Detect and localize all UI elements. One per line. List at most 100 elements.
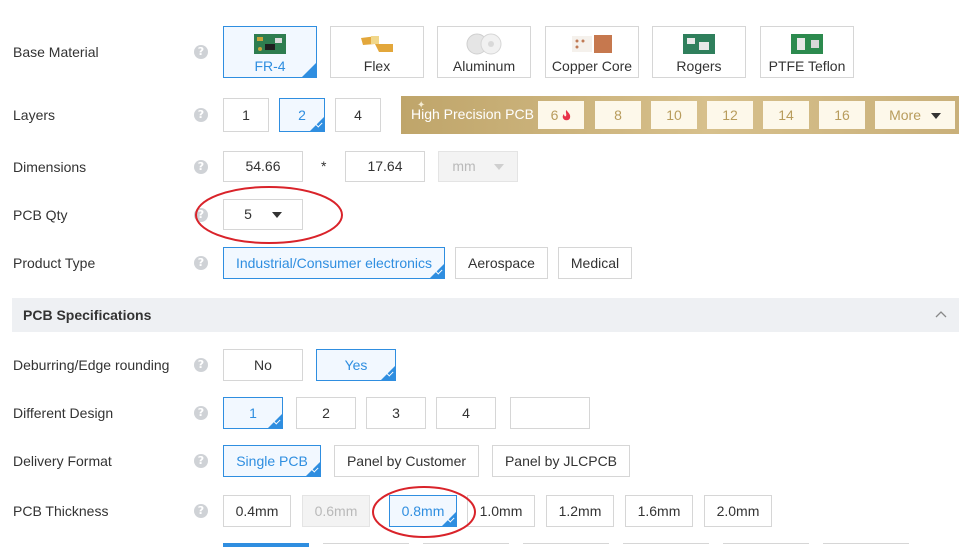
rogers-board-icon (683, 34, 715, 54)
high-precision-pcb-bar: ✦ High Precision PCB 6 8 10 12 14 16 Mor… (401, 96, 959, 134)
material-option-label: PTFE Teflon (768, 58, 846, 74)
product-type-option-label: Industrial/Consumer electronics (235, 255, 433, 271)
delivery-option-label: Panel by Customer (346, 453, 467, 469)
flame-icon (563, 110, 571, 121)
design-option-2[interactable]: 2 (296, 397, 356, 429)
pcb-qty-label: PCB Qty (13, 207, 68, 223)
high-precision-title: High Precision PCB (411, 106, 534, 122)
selected-check-icon (268, 414, 282, 428)
chevron-up-icon[interactable] (935, 310, 947, 318)
design-option-3[interactable]: 3 (366, 397, 426, 429)
layer-option-16[interactable]: 16 (819, 101, 865, 129)
thickness-option-label: 1.2mm (558, 503, 602, 519)
material-option-flex[interactable]: Flex (330, 26, 424, 78)
layer-option-1[interactable]: 1 (223, 98, 269, 132)
material-option-aluminum[interactable]: Aluminum (437, 26, 531, 78)
deburring-option-no[interactable]: No (223, 349, 303, 381)
layer-option-2[interactable]: 2 (279, 98, 325, 132)
material-option-ptfe-teflon[interactable]: PTFE Teflon (760, 26, 854, 78)
layer-option-label: 16 (834, 107, 850, 123)
flex-board-icon (361, 36, 393, 52)
thickness-option-2-0mm[interactable]: 2.0mm (704, 495, 772, 527)
layer-option-label: 4 (354, 107, 362, 123)
deburring-label: Deburring/Edge rounding (13, 357, 170, 373)
delivery-option-label: Panel by JLCPCB (504, 453, 618, 469)
delivery-option-panel-by-jlcpcb[interactable]: Panel by JLCPCB (492, 445, 630, 477)
product-type-option-label: Aerospace (468, 255, 535, 271)
thickness-option-label: 0.4mm (235, 503, 279, 519)
copper-core-board-icon (572, 35, 612, 53)
selected-check-icon (430, 264, 444, 278)
layer-option-14[interactable]: 14 (763, 101, 809, 129)
product-type-medical[interactable]: Medical (558, 247, 632, 279)
fr4-board-icon (254, 34, 286, 54)
thickness-option-label: 1.0mm (479, 503, 523, 519)
layer-option-label: 1 (242, 107, 250, 123)
pcb-thickness-help-icon[interactable]: ? (194, 504, 208, 518)
chevron-down-icon (493, 164, 504, 171)
layer-option-label: 8 (614, 107, 622, 123)
thickness-highlight-circle (372, 486, 476, 538)
layer-option-label: 2 (298, 107, 306, 123)
dimension-width-input[interactable]: 54.66 (223, 151, 303, 182)
deburring-option-label: Yes (344, 357, 368, 373)
material-option-label: Rogers (676, 58, 722, 74)
section-title: PCB Specifications (23, 307, 152, 323)
unit-value: mm (452, 158, 476, 174)
layers-label: Layers (13, 107, 56, 123)
more-layers-dropdown[interactable]: More (875, 101, 955, 129)
base-material-help-icon[interactable]: ? (194, 45, 208, 59)
layers-help-icon[interactable]: ? (194, 108, 208, 122)
material-option-rogers[interactable]: Rogers (652, 26, 746, 78)
selected-check-icon (381, 366, 395, 380)
thickness-option-0-4mm[interactable]: 0.4mm (223, 495, 291, 527)
product-type-help-icon[interactable]: ? (194, 256, 208, 270)
dimension-height-input[interactable]: 17.64 (345, 151, 425, 182)
thickness-option-1-6mm[interactable]: 1.6mm (625, 495, 693, 527)
selected-check-icon (302, 63, 316, 77)
deburring-help-icon[interactable]: ? (194, 358, 208, 372)
dimension-unit-select[interactable]: mm (438, 151, 518, 182)
layer-option-label: 10 (666, 107, 682, 123)
selected-check-icon (306, 462, 320, 476)
layer-option-6[interactable]: 6 (538, 101, 584, 129)
product-type-aerospace[interactable]: Aerospace (455, 247, 548, 279)
next-row-selected-option[interactable] (223, 543, 309, 547)
delivery-option-single-pcb[interactable]: Single PCB (223, 445, 321, 477)
thickness-option-0-6mm[interactable]: 0.6mm (302, 495, 370, 527)
product-type-label: Product Type (13, 255, 96, 271)
material-option-label: Flex (363, 58, 391, 74)
dimensions-help-icon[interactable]: ? (194, 160, 208, 174)
aluminum-board-icon (466, 33, 502, 55)
layer-option-10[interactable]: 10 (651, 101, 697, 129)
design-option-1[interactable]: 1 (223, 397, 283, 429)
layer-option-label: 14 (778, 107, 794, 123)
material-option-copper-core[interactable]: Copper Core (545, 26, 639, 78)
design-option-label: 1 (249, 405, 257, 421)
deburring-option-yes[interactable]: Yes (316, 349, 396, 381)
delivery-format-label: Delivery Format (13, 453, 112, 469)
design-option-label: 3 (392, 405, 400, 421)
design-option-label: 2 (322, 405, 330, 421)
pcb-specifications-header[interactable]: PCB Specifications (12, 298, 959, 332)
dimension-width-value: 54.66 (245, 158, 281, 174)
different-design-help-icon[interactable]: ? (194, 406, 208, 420)
delivery-option-label: Single PCB (236, 453, 308, 469)
design-option-4[interactable]: 4 (436, 397, 496, 429)
layer-option-12[interactable]: 12 (707, 101, 753, 129)
dimension-separator: * (321, 158, 327, 174)
layer-option-8[interactable]: 8 (595, 101, 641, 129)
more-label: More (889, 107, 921, 123)
material-option-fr4[interactable]: FR-4 (223, 26, 317, 78)
material-option-label: Aluminum (452, 58, 516, 74)
layer-option-4[interactable]: 4 (335, 98, 381, 132)
design-option-label: 4 (462, 405, 470, 421)
thickness-option-label: 0.6mm (314, 503, 358, 519)
thickness-option-1-2mm[interactable]: 1.2mm (546, 495, 614, 527)
chevron-down-icon (930, 113, 941, 120)
delivery-format-help-icon[interactable]: ? (194, 454, 208, 468)
ptfe-board-icon (791, 34, 823, 54)
delivery-option-panel-by-customer[interactable]: Panel by Customer (334, 445, 479, 477)
product-type-industrial[interactable]: Industrial/Consumer electronics (223, 247, 445, 279)
design-custom-input[interactable] (510, 397, 590, 429)
